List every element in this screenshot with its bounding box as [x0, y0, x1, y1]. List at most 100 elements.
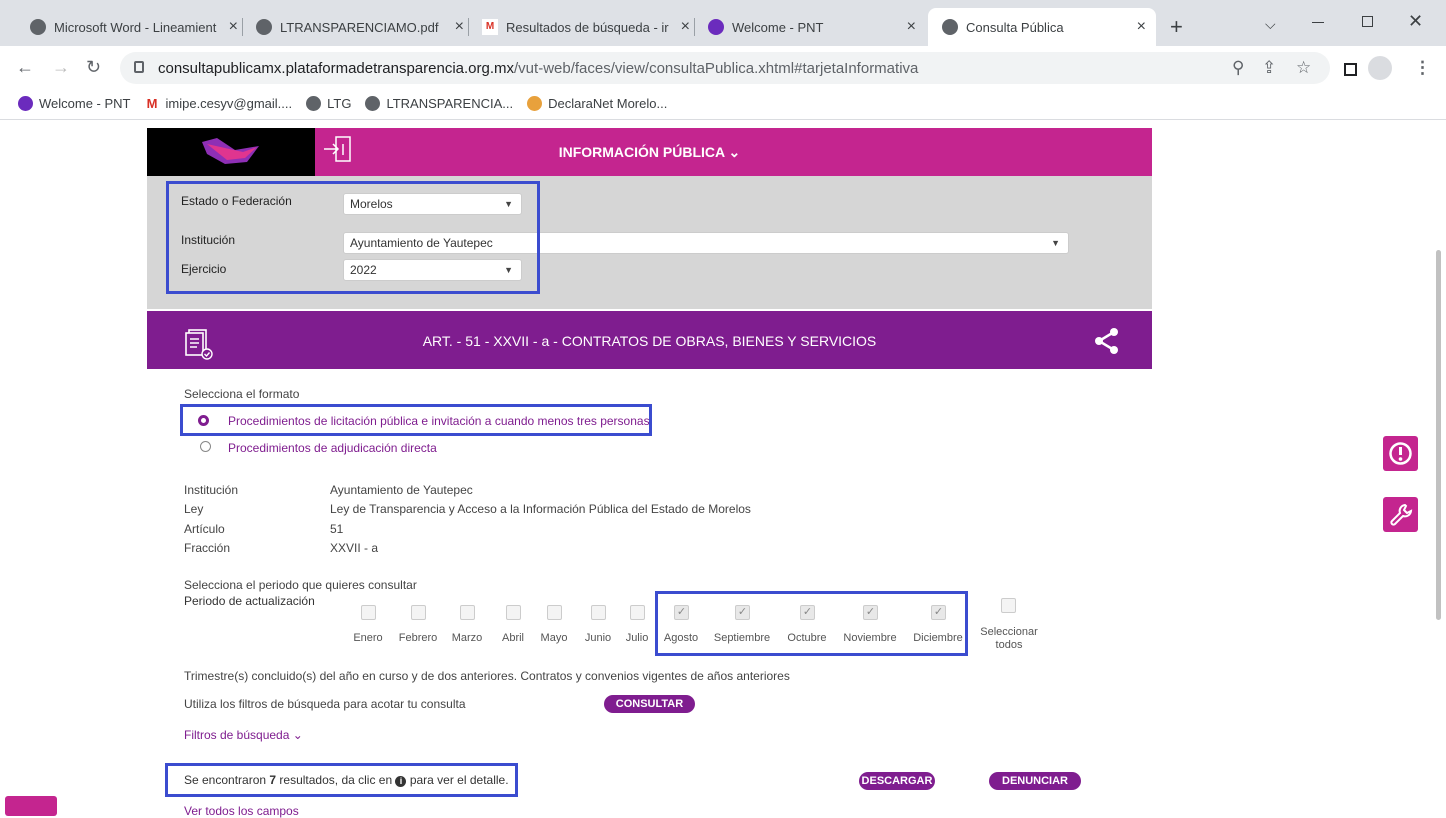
select-all-label: Seleccionar todos	[974, 626, 1044, 652]
select-all-label-line2: todos	[995, 639, 1023, 651]
profile-avatar[interactable]	[1368, 56, 1392, 80]
tab-close-icon[interactable]: ×	[455, 18, 464, 36]
bookmarks-bar: Welcome - PNT Mimipe.cesyv@gmail.... LTG…	[0, 88, 1446, 120]
highlight-box-results	[165, 763, 518, 797]
dropdown-caret-icon: ▼	[1051, 238, 1060, 248]
tab-pdf[interactable]: LTRANSPARENCIAMO.pdf ×	[242, 8, 474, 46]
consultar-button[interactable]: CONSULTAR	[604, 695, 695, 713]
bookmark-label: LTRANSPARENCIA...	[386, 96, 514, 111]
descargar-button[interactable]: DESCARGAR	[859, 772, 935, 790]
month-checkbox[interactable]	[506, 605, 521, 620]
denunciar-button[interactable]: DENUNCIAR	[989, 772, 1081, 790]
gmail-icon: M	[482, 19, 498, 35]
tab-consulta-publica[interactable]: Consulta Pública ×	[928, 8, 1156, 46]
detail-articulo-value: 51	[330, 522, 344, 536]
highlight-box-format	[180, 404, 652, 436]
globe-icon	[306, 96, 322, 111]
bookmark-ltg[interactable]: LTG	[306, 96, 351, 111]
bookmark-label: DeclaraNet Morelo...	[548, 96, 668, 111]
bookmark-label: Welcome - PNT	[39, 96, 131, 111]
url-path: /vut-web/faces/view/consultaPublica.xhtm…	[514, 59, 919, 77]
share-icon[interactable]: ⇪	[1262, 58, 1276, 78]
new-tab-button[interactable]: +	[1170, 14, 1183, 40]
forward-icon[interactable]: →	[52, 57, 70, 78]
minimize-icon[interactable]	[1312, 22, 1324, 23]
month-checkbox[interactable]	[547, 605, 562, 620]
month-checkbox[interactable]	[591, 605, 606, 620]
gmail-icon: M	[144, 96, 160, 111]
tab-gmail[interactable]: M Resultados de búsqueda - ir ×	[468, 8, 700, 46]
reload-icon[interactable]: ↻	[86, 57, 101, 78]
format-radio-adjudicacion[interactable]	[200, 441, 211, 452]
detail-fraccion-value: XXVII - a	[330, 541, 379, 555]
view-all-fields-link[interactable]: Ver todos los campos	[184, 804, 299, 818]
url-host: consultapublicamx.plataformadetransparen…	[158, 59, 515, 77]
tab-pnt[interactable]: Welcome - PNT ×	[694, 8, 926, 46]
url-bar[interactable]: consultapublicamx.plataformadetransparen…	[120, 52, 1330, 84]
bookmark-label: LTG	[327, 96, 352, 111]
month-checkbox[interactable]	[630, 605, 645, 620]
tab-close-icon[interactable]: ×	[681, 18, 690, 36]
globe-icon	[256, 19, 272, 35]
trimestre-note: Trimestre(s) concluido(s) del año en cur…	[184, 669, 790, 683]
highlight-box-months	[655, 591, 968, 656]
scrollbar[interactable]	[1436, 250, 1441, 620]
lock-icon	[134, 61, 144, 73]
bookmark-welcome-pnt[interactable]: Welcome - PNT	[18, 96, 131, 111]
article-title: ART. - 51 - XXVII - a - CONTRATOS DE OBR…	[422, 333, 877, 349]
detail-fraccion-label: Fracción	[184, 541, 231, 555]
globe-icon	[942, 19, 958, 35]
update-period-label: Periodo de actualización	[184, 594, 315, 608]
login-icon[interactable]	[322, 134, 354, 164]
detail-institucion-label: Institución	[184, 483, 239, 497]
bookmark-gmail[interactable]: Mimipe.cesyv@gmail....	[144, 96, 293, 111]
menu-kebab-icon[interactable]: ⋮	[1414, 58, 1431, 78]
month-checkbox[interactable]	[411, 605, 426, 620]
restore-icon[interactable]	[1362, 16, 1373, 27]
tab-word[interactable]: Microsoft Word - Lineamient ×	[16, 8, 248, 46]
month-checkbox[interactable]	[460, 605, 475, 620]
tab-close-icon[interactable]: ×	[907, 18, 916, 36]
globe-icon	[30, 19, 46, 35]
search-filters-toggle[interactable]: Filtros de búsqueda ⌄	[184, 728, 303, 742]
bookmark-label: imipe.cesyv@gmail....	[165, 96, 293, 111]
period-label: Selecciona el periodo que quieres consul…	[184, 578, 417, 592]
bookmark-declaranet[interactable]: DeclaraNet Morelo...	[527, 96, 667, 111]
select-all-checkbox[interactable]	[1001, 598, 1016, 613]
tab-title: Consulta Pública	[966, 19, 1064, 35]
share-icon[interactable]	[1093, 327, 1121, 355]
tab-search-chevron-icon[interactable]: ⌵	[1265, 16, 1276, 33]
pnt-logo-icon	[708, 19, 724, 35]
article-bar: ART. - 51 - XXVII - a - CONTRATOS DE OBR…	[147, 311, 1152, 369]
highlight-box-filters	[166, 181, 540, 294]
zoom-icon[interactable]: ⚲	[1232, 58, 1244, 78]
detail-institucion-value: Ayuntamiento de Yautepec	[330, 483, 473, 497]
pnt-logo-icon	[18, 96, 33, 111]
back-icon[interactable]: ←	[16, 57, 34, 78]
alert-icon[interactable]	[1383, 436, 1418, 471]
format-option-adjudicacion[interactable]: Procedimientos de adjudicación directa	[228, 441, 437, 455]
pnt-logo[interactable]	[147, 128, 315, 176]
detail-articulo-label: Artículo	[184, 522, 225, 536]
select-all-label-line1: Seleccionar	[980, 626, 1038, 638]
side-panel-icon[interactable]	[1344, 63, 1357, 76]
tab-close-icon[interactable]: ×	[229, 18, 238, 36]
bookmark-ltransparencia[interactable]: LTRANSPARENCIA...	[365, 96, 513, 111]
tab-close-icon[interactable]: ×	[1137, 18, 1146, 36]
tab-title: LTRANSPARENCIAMO.pdf	[280, 19, 439, 35]
close-window-icon[interactable]: ✕	[1408, 11, 1423, 32]
globe-icon	[365, 96, 381, 111]
detail-ley-value: Ley de Transparencia y Acceso a la Infor…	[330, 502, 751, 516]
accessibility-button[interactable]	[5, 796, 57, 816]
tab-title: Welcome - PNT	[732, 19, 824, 35]
declaranet-icon	[527, 96, 543, 111]
tab-title: Microsoft Word - Lineamient	[54, 19, 217, 35]
tab-strip: Microsoft Word - Lineamient × LTRANSPARE…	[0, 0, 1446, 46]
tab-title: Resultados de búsqueda - ir	[506, 19, 669, 35]
bookmark-star-icon[interactable]: ☆	[1296, 58, 1311, 78]
wrench-icon[interactable]	[1383, 497, 1418, 532]
format-label: Selecciona el formato	[184, 387, 300, 401]
month-checkbox[interactable]	[361, 605, 376, 620]
detail-ley-label: Ley	[184, 502, 204, 516]
filters-hint: Utiliza los filtros de búsqueda para aco…	[184, 697, 466, 711]
